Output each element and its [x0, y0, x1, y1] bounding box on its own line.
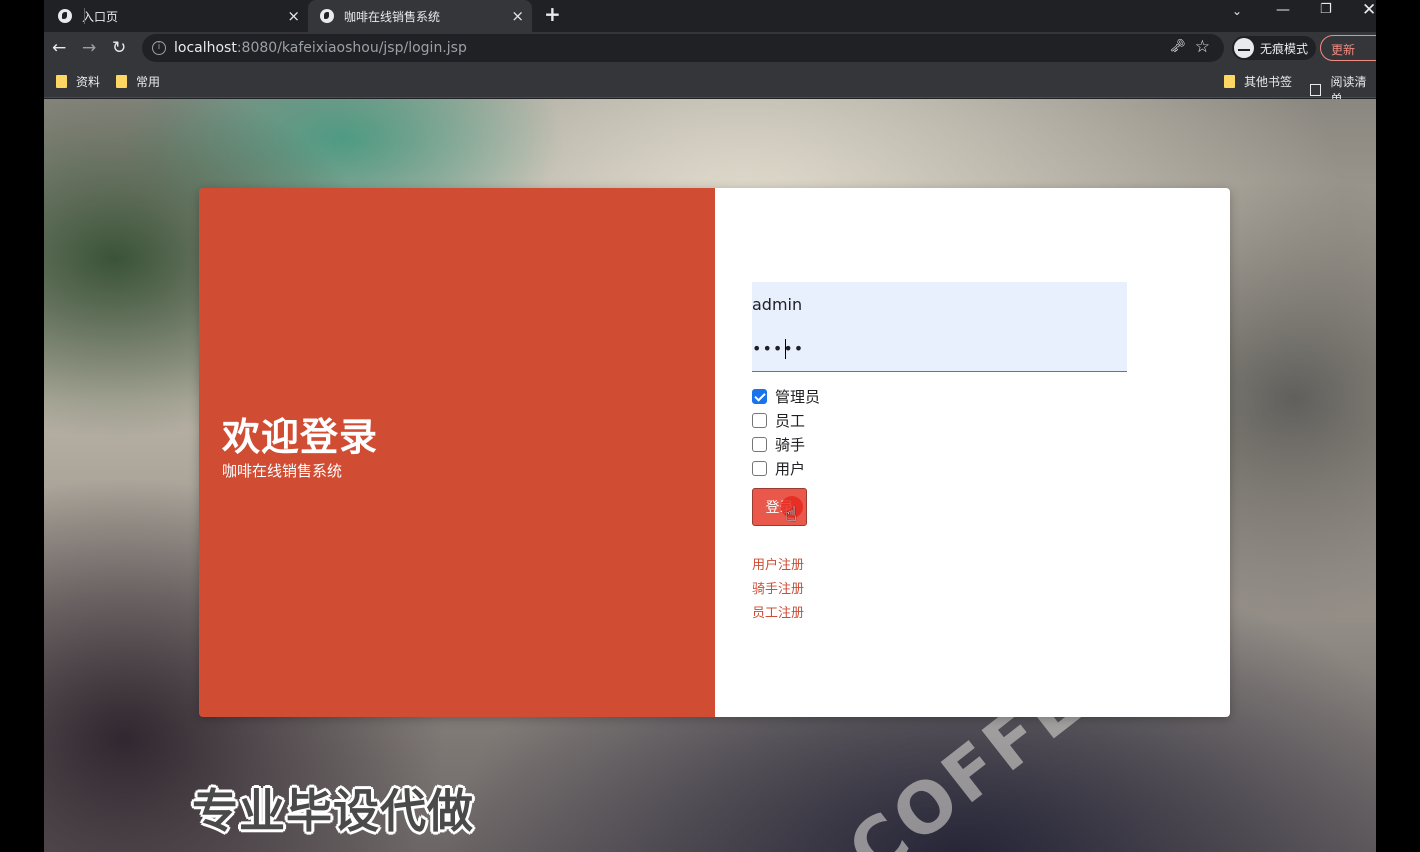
bookmark-folder-changyong[interactable]: 常用 [116, 73, 160, 90]
tab-search-icon[interactable]: ⌄ [1232, 4, 1242, 18]
globe-icon [320, 9, 334, 23]
globe-icon [58, 9, 72, 23]
bookmark-folder-ziliao[interactable]: 资料 [56, 73, 100, 90]
back-icon[interactable]: ← [52, 38, 66, 58]
window-close-icon[interactable]: ✕ [1362, 0, 1376, 20]
rider-register-link[interactable]: 骑手注册 [752, 578, 804, 602]
reading-list-icon [1310, 84, 1322, 96]
welcome-title: 欢迎登录 [222, 415, 379, 459]
credential-fields [752, 282, 1127, 372]
welcome-panel: 欢迎登录 咖啡在线销售系统 [199, 188, 715, 717]
folder-icon [116, 75, 127, 88]
role-rider[interactable]: 骑手 [752, 432, 820, 456]
new-tab-button[interactable]: + [544, 2, 561, 26]
login-form: 管理员 员工 骑手 用户 登录 [715, 188, 1230, 717]
minimize-icon[interactable]: — [1276, 2, 1290, 18]
close-icon[interactable]: × [511, 7, 524, 25]
address-bar[interactable]: i localhost:8080/kafeixiaoshou/jsp/login… [142, 34, 1224, 62]
tab-separator [84, 8, 85, 24]
incognito-icon [1234, 38, 1254, 58]
incognito-label: 无痕模式 [1260, 41, 1309, 56]
tab-coffee-system[interactable]: 咖啡在线销售系统 × [308, 0, 532, 32]
reload-icon[interactable]: ↻ [112, 38, 126, 58]
role-admin[interactable]: 管理员 [752, 384, 820, 408]
key-icon[interactable]: 🗝 [1169, 39, 1186, 54]
tab-entry[interactable]: 入口页 × [58, 0, 308, 32]
user-register-link[interactable]: 用户注册 [752, 554, 804, 578]
bookmark-folder-other[interactable]: 其他书签 [1224, 73, 1292, 90]
role-user[interactable]: 用户 [752, 456, 820, 480]
login-page: COFFEE 欢迎登录 咖啡在线销售系统 管理员 [44, 99, 1376, 852]
system-subtitle: 咖啡在线销售系统 [222, 462, 343, 480]
employee-register-link[interactable]: 员工注册 [752, 602, 804, 626]
close-icon[interactable]: × [287, 7, 300, 25]
update-button[interactable]: 更新 ⋮ [1320, 35, 1376, 61]
url-text: localhost:8080/kafeixiaoshou/jsp/login.j… [174, 40, 467, 56]
forward-icon[interactable]: → [82, 38, 96, 58]
hand-cursor-icon: ☝ [785, 502, 798, 526]
register-links: 用户注册 骑手注册 员工注册 [752, 554, 804, 626]
folder-icon [1224, 75, 1235, 88]
username-input[interactable] [752, 284, 1127, 324]
incognito-badge[interactable]: 无痕模式 [1232, 36, 1317, 60]
password-input[interactable] [752, 328, 1127, 368]
role-label: 员工 [775, 411, 806, 430]
folder-icon [56, 75, 67, 88]
role-label: 骑手 [775, 435, 806, 454]
bookmarks-bar: 资料 常用 其他书签 阅读清单 [44, 64, 1376, 106]
checkbox-admin[interactable] [752, 388, 767, 404]
tab-label: 入口页 [82, 9, 119, 24]
browser-window: 入口页 × 咖啡在线销售系统 × + ⌄ — ❐ ✕ ← → ↻ i local… [44, 0, 1376, 852]
checkbox-employee[interactable] [752, 412, 767, 428]
role-selector: 管理员 员工 骑手 用户 [752, 384, 820, 480]
login-card: 欢迎登录 咖啡在线销售系统 管理员 员工 [199, 188, 1230, 717]
star-icon[interactable]: ☆ [1195, 37, 1210, 57]
restore-icon[interactable]: ❐ [1320, 2, 1332, 17]
info-icon[interactable]: i [152, 41, 166, 55]
role-label: 用户 [775, 459, 806, 478]
checkbox-user[interactable] [752, 460, 767, 476]
tab-label: 咖啡在线销售系统 [344, 9, 441, 24]
tab-strip: 入口页 × 咖啡在线销售系统 × + ⌄ — ❐ ✕ [44, 0, 1376, 32]
text-caret [785, 339, 786, 359]
watermark-text: 专业毕设代做 [192, 784, 474, 838]
toolbar: ← → ↻ i localhost:8080/kafeixiaoshou/jsp… [44, 32, 1376, 64]
role-employee[interactable]: 员工 [752, 408, 820, 432]
menu-dots-icon[interactable]: ⋮ [1373, 39, 1376, 53]
checkbox-rider[interactable] [752, 436, 767, 452]
role-label: 管理员 [775, 387, 821, 406]
